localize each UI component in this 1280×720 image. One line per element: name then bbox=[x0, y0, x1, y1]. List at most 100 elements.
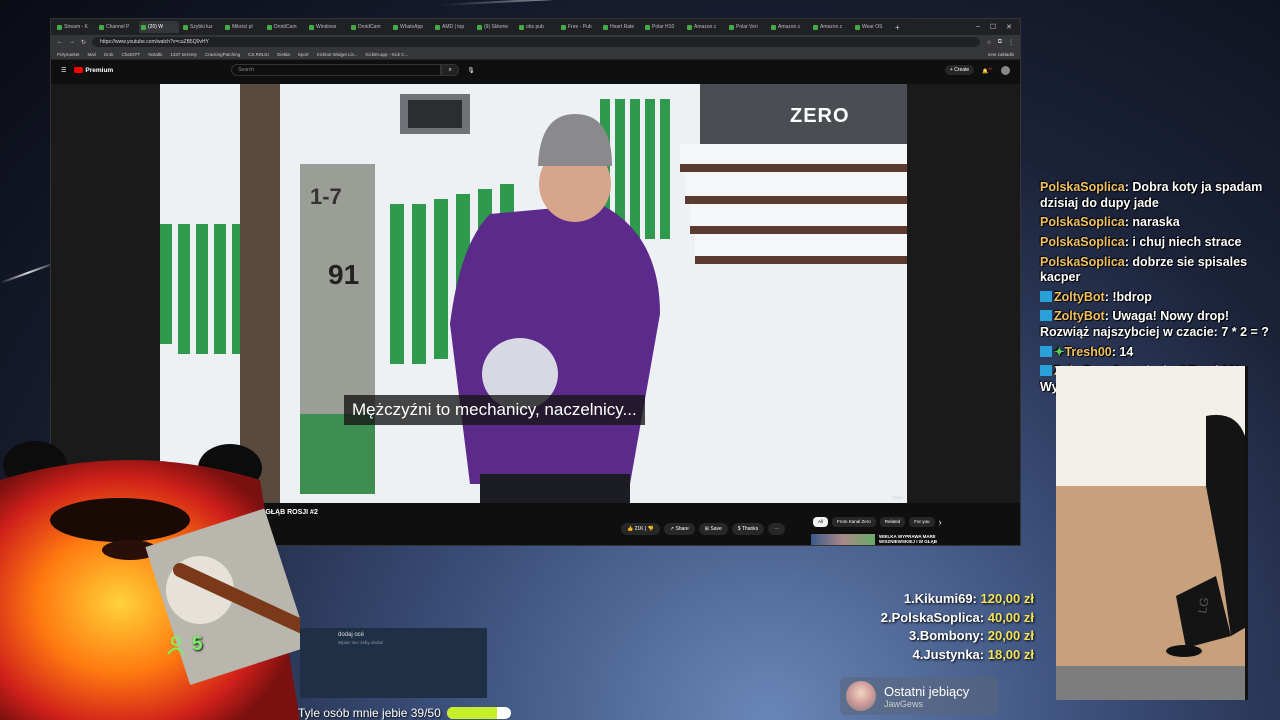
tab-favicon-icon bbox=[183, 24, 188, 30]
bookmark-item[interactable]: ChatGPT bbox=[122, 52, 141, 57]
logo-label: Premium bbox=[85, 66, 114, 74]
tab-favicon-icon bbox=[813, 24, 818, 30]
last-donor-widget: Ostatni jebiący JawGews bbox=[840, 677, 998, 715]
youtube-logo[interactable]: Premium bbox=[74, 67, 113, 74]
browser-tab[interactable]: WhatsApp bbox=[391, 21, 431, 33]
chat-username[interactable]: PolskaSoplica bbox=[1040, 180, 1125, 194]
browser-tab[interactable]: Amazon.c bbox=[685, 21, 725, 33]
browser-tab[interactable]: (9) Skkerw bbox=[475, 21, 515, 33]
filter-chip[interactable]: Related bbox=[879, 517, 906, 527]
tab-label: Windows bbox=[316, 24, 337, 30]
browser-tab[interactable]: (20) W bbox=[139, 21, 179, 33]
browser-tab[interactable]: Heart Rate bbox=[601, 21, 641, 33]
leaderboard-rank: 3. bbox=[909, 628, 920, 643]
leaderboard-row: 4.Justynka: 18,00 zł bbox=[858, 646, 1034, 665]
extensions-icon[interactable]: ⧉ bbox=[998, 39, 1002, 46]
browser-tab[interactable]: Amazon.c bbox=[769, 21, 809, 33]
thanks-button[interactable]: $ Thanks bbox=[731, 523, 765, 535]
tab-label: (20) W bbox=[148, 24, 163, 30]
tab-label: obs pub bbox=[526, 24, 544, 30]
browser-tab[interactable]: DroidCam bbox=[349, 21, 389, 33]
video-actions: 👍 21K | 👎 ↗ Share ⊞ Save $ Thanks ⋯ bbox=[621, 523, 786, 535]
browser-tab[interactable]: Szybki luz bbox=[181, 21, 221, 33]
hamburger-icon[interactable]: ☰ bbox=[61, 67, 66, 74]
bookmark-item[interactable]: Sport bbox=[298, 52, 309, 57]
like-button[interactable]: 👍 21K | 👎 bbox=[621, 523, 660, 535]
chevron-right-icon[interactable]: › bbox=[939, 517, 942, 527]
browser-tab[interactable]: Polar H10 bbox=[643, 21, 683, 33]
chat-message: ✦Tresh00: 14 bbox=[1040, 345, 1280, 361]
bear-overlay bbox=[0, 441, 300, 720]
bookmark-item[interactable]: CS.RINJU bbox=[248, 52, 269, 57]
forward-icon[interactable]: → bbox=[69, 39, 75, 45]
bookmark-item[interactable]: Notatki bbox=[148, 52, 162, 57]
leaderboard-name: Justynka: bbox=[923, 646, 985, 662]
tab-label: WhatsApp bbox=[400, 24, 424, 30]
bookmark-item[interactable]: CrackingPatching bbox=[205, 52, 240, 57]
browser-tab[interactable]: Miłości pl bbox=[223, 21, 263, 33]
browser-tab[interactable]: AMD | top bbox=[433, 21, 473, 33]
tab-label: Amazon.c bbox=[778, 24, 801, 30]
bookmark-item[interactable]: Mail bbox=[88, 52, 96, 57]
tab-favicon-icon bbox=[57, 24, 62, 30]
leaderboard-amount: 40,00 zł bbox=[984, 609, 1034, 625]
other-bookmarks[interactable]: Inne zakładki bbox=[988, 52, 1014, 57]
more-options-icon[interactable]: ⋯ bbox=[768, 523, 786, 535]
bookmark-item[interactable]: Giełda bbox=[277, 52, 290, 57]
reload-icon[interactable]: ↻ bbox=[81, 39, 86, 46]
new-tab-icon[interactable]: + bbox=[895, 23, 900, 32]
chat-username[interactable]: ZoltyBot bbox=[1054, 309, 1105, 323]
browser-tab[interactable]: Windows bbox=[307, 21, 347, 33]
browser-tab[interactable]: Stream - K bbox=[55, 21, 95, 33]
menu-dots-icon[interactable]: ⋮ bbox=[1008, 39, 1014, 46]
chat-username[interactable]: PolskaSoplica bbox=[1040, 235, 1125, 249]
notification-badge: 9+ bbox=[988, 65, 993, 71]
bookmark-star-icon[interactable]: ☆ bbox=[986, 39, 991, 46]
save-button[interactable]: ⊞ Save bbox=[698, 523, 728, 535]
webcam-image: LG bbox=[1056, 366, 1245, 700]
chat-username[interactable]: ZoltyBot bbox=[1054, 290, 1105, 304]
browser-tab[interactable]: Wear OS bbox=[853, 21, 893, 33]
leaderboard-name: Kikumi69: bbox=[914, 591, 977, 606]
search-icon[interactable]: ⌕ bbox=[441, 64, 460, 76]
donor-avatar bbox=[846, 681, 876, 711]
bookmark-item[interactable]: Kickbot Widget Lis... bbox=[317, 52, 358, 57]
minimize-icon[interactable]: – bbox=[976, 23, 980, 31]
viewer-count: 5 bbox=[166, 634, 203, 656]
search-input[interactable]: Search bbox=[231, 64, 442, 76]
recommendation-item[interactable]: WIELKA WYPRAWA MARII WISZNIEWSKIEJ I W G… bbox=[811, 534, 949, 545]
last-donor-name: JawGews bbox=[884, 698, 924, 709]
tab-favicon-icon bbox=[477, 24, 482, 30]
filter-chip[interactable]: For you bbox=[909, 517, 935, 527]
tab-label: AMD | top bbox=[442, 24, 465, 30]
bookmark-item[interactable]: Grok bbox=[104, 52, 114, 57]
browser-tab[interactable]: Free - Pub bbox=[559, 21, 599, 33]
bookmark-item[interactable]: Polymarket bbox=[57, 52, 80, 57]
donation-leaderboard: 1.Kikumi69: 120,00 zł 2.PolskaSoplica: 40… bbox=[858, 590, 1034, 664]
browser-tab[interactable]: Polar Veri bbox=[727, 21, 767, 33]
back-icon[interactable]: ← bbox=[57, 39, 63, 45]
maximize-icon[interactable]: ☐ bbox=[990, 23, 996, 31]
browser-tab[interactable]: DroidCam bbox=[265, 21, 305, 33]
chat-username[interactable]: PolskaSoplica bbox=[1040, 215, 1125, 229]
person-icon bbox=[167, 636, 185, 655]
tab-label: Amazon.c bbox=[694, 24, 717, 30]
create-button[interactable]: + Create bbox=[944, 65, 975, 75]
browser-tab[interactable]: Amazon.c bbox=[811, 21, 851, 33]
tab-favicon-icon bbox=[141, 24, 146, 30]
url-field[interactable]: https://www.youtube.com/watch?v=cuZB5Q0v… bbox=[92, 37, 981, 47]
address-bar-row: ← → ↻ https://www.youtube.com/watch?v=cu… bbox=[51, 35, 1020, 49]
bookmark-item[interactable]: Kicklet.app - Kick C... bbox=[365, 52, 408, 57]
share-button[interactable]: ↗ Share bbox=[663, 523, 695, 535]
browser-tab[interactable]: obs pub bbox=[517, 21, 557, 33]
avatar[interactable] bbox=[1001, 65, 1010, 75]
bookmark-item[interactable]: 1337 torrenty bbox=[170, 52, 197, 57]
mic-icon[interactable]: 🎙 bbox=[467, 67, 475, 74]
chat-username[interactable]: Tresh00 bbox=[1064, 345, 1111, 359]
filter-chip[interactable]: From Kanal Zero bbox=[832, 517, 876, 527]
filter-chip[interactable]: All bbox=[813, 517, 829, 527]
browser-tab[interactable]: Channel P bbox=[97, 21, 137, 33]
bell-icon[interactable]: 🔔9+ bbox=[982, 66, 993, 75]
close-icon[interactable]: ✕ bbox=[1006, 23, 1012, 31]
chat-username[interactable]: PolskaSoplica bbox=[1040, 255, 1125, 269]
